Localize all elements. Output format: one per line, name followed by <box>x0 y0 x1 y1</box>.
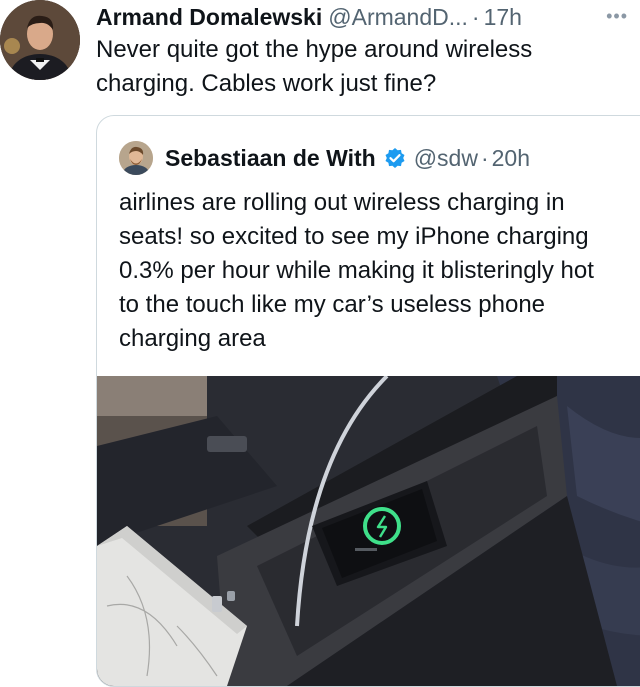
tweet-text: Never quite got the hype around wireless… <box>96 36 533 97</box>
quote-media-image[interactable] <box>97 376 640 686</box>
more-icon[interactable]: ••• <box>606 6 628 27</box>
quote-text: airlines are rolling out wireless chargi… <box>119 189 594 352</box>
author-name[interactable]: Armand Domalewski <box>96 4 322 31</box>
header-separator: · <box>471 3 480 30</box>
tweet-header: Armand Domalewski @ArmandD... · 17h <box>96 2 640 32</box>
quote-time[interactable]: 20h <box>492 145 530 172</box>
quote-author-handle[interactable]: @sdw <box>414 145 478 172</box>
quote-header: Sebastiaan de With @sdw · 20h <box>119 140 530 176</box>
verified-badge-icon <box>384 147 406 169</box>
quote-author-avatar[interactable] <box>119 141 153 175</box>
tweet-time[interactable]: 17h <box>484 4 522 31</box>
quote-author-name[interactable]: Sebastiaan de With <box>165 145 376 172</box>
quote-separator: · <box>480 144 489 171</box>
author-handle[interactable]: @ArmandD... <box>328 4 468 31</box>
author-avatar[interactable] <box>0 0 80 80</box>
quote-tweet-card[interactable]: Sebastiaan de With @sdw · 20h airlines a… <box>96 115 640 687</box>
